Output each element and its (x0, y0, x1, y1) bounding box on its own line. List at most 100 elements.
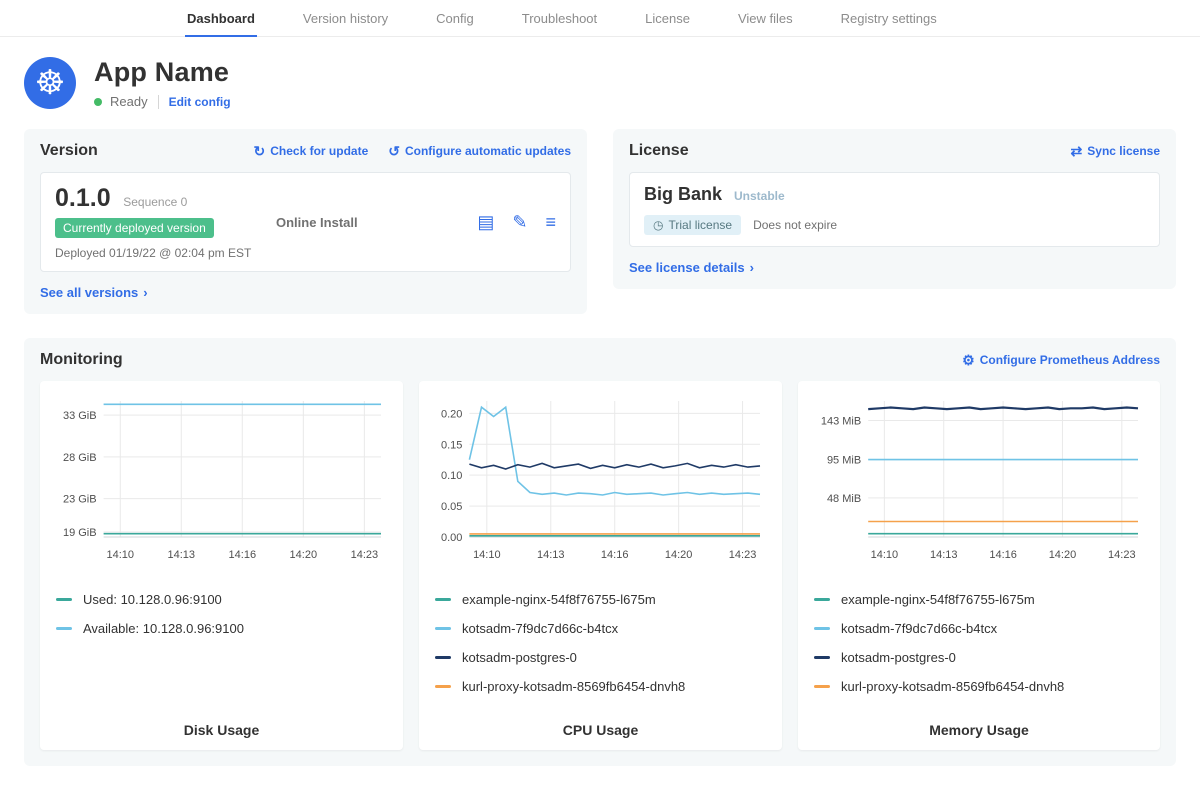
svg-text:0.20: 0.20 (441, 408, 462, 420)
edit-config-icon[interactable]: ✎ (512, 213, 527, 231)
legend-label: kotsadm-postgres-0 (462, 650, 577, 665)
kubernetes-wheel-glyph: ☸ (35, 63, 65, 103)
license-detail-panel: Big Bank Unstable ◷ Trial license Does n… (629, 172, 1160, 247)
legend-item: kotsadm-7f9dc7d66c-b4tcx (435, 621, 766, 636)
svg-text:0.15: 0.15 (441, 439, 462, 451)
auto-update-icon: ↺ (388, 144, 400, 158)
memory-usage-chart: 14:1014:1314:1614:2014:2348 MiB95 MiB143… (810, 391, 1148, 570)
version-card-header: Version ↻ Check for update ↺ Configure a… (40, 142, 571, 160)
legend-label: kurl-proxy-kotsadm-8569fb6454-dnvh8 (462, 679, 685, 694)
svg-text:14:23: 14:23 (351, 549, 379, 561)
license-card-title: License (629, 142, 689, 160)
legend-color-dash (435, 627, 451, 630)
release-notes-icon[interactable]: ▤ (477, 213, 494, 231)
chart-canvas: 14:1014:1314:1614:2014:2348 MiB95 MiB143… (810, 391, 1148, 567)
disk-usage-chart: 14:1014:1314:1614:2014:2319 GiB23 GiB28 … (52, 391, 391, 570)
tab-view-files[interactable]: View files (736, 0, 795, 37)
svg-text:14:10: 14:10 (871, 549, 899, 561)
clock-icon: ◷ (653, 218, 663, 232)
monitoring-section: Monitoring ⚙ Configure Prometheus Addres… (24, 338, 1176, 766)
version-action-icons: ▤ ✎ ≡ (477, 213, 556, 231)
status-dot (94, 98, 102, 106)
legend-color-dash (814, 598, 830, 601)
see-license-details-link[interactable]: See license details › (629, 260, 754, 275)
memory-usage-legend: example-nginx-54f8f76755-l675mkotsadm-7f… (810, 578, 1148, 708)
cpu-usage-title: CPU Usage (431, 708, 770, 738)
currently-deployed-badge: Currently deployed version (55, 218, 214, 238)
chevron-right-icon: › (750, 260, 754, 275)
top-nav: Dashboard Version history Config Trouble… (0, 0, 1200, 37)
svg-text:14:16: 14:16 (601, 549, 629, 561)
expiry-label: Does not expire (753, 218, 837, 232)
configure-automatic-updates-label: Configure automatic updates (405, 144, 571, 158)
cpu-usage-legend: example-nginx-54f8f76755-l675mkotsadm-7f… (431, 578, 770, 708)
tab-troubleshoot[interactable]: Troubleshoot (520, 0, 599, 37)
svg-text:48 MiB: 48 MiB (827, 493, 861, 505)
svg-text:28 GiB: 28 GiB (63, 452, 97, 464)
svg-text:14:10: 14:10 (473, 549, 501, 561)
svg-text:14:20: 14:20 (290, 549, 318, 561)
tab-version-history[interactable]: Version history (301, 0, 390, 37)
edit-config-link[interactable]: Edit config (169, 95, 231, 109)
configure-prometheus-link[interactable]: ⚙ Configure Prometheus Address (962, 353, 1160, 367)
svg-text:0.05: 0.05 (441, 501, 462, 513)
license-card: License ⇄ Sync license Big Bank Unstable… (613, 129, 1176, 289)
configure-automatic-updates-link[interactable]: ↺ Configure automatic updates (388, 144, 571, 158)
legend-color-dash (435, 598, 451, 601)
charts-row: 14:10 14:13 14:16 14:20 14:23 19 GiB 23 GiB 28 … (40, 381, 1160, 750)
version-card-title: Version (40, 142, 98, 160)
version-number: 0.1.0 (55, 184, 111, 212)
version-card-links: ↻ Check for update ↺ Configure automatic… (254, 144, 572, 158)
divider (158, 95, 159, 109)
svg-text:0.00: 0.00 (441, 532, 462, 544)
gear-icon: ⚙ (962, 353, 975, 367)
chart-canvas: 14:1014:1314:1614:2014:2319 GiB23 GiB28 … (52, 391, 391, 567)
page-title: App Name (94, 57, 231, 88)
monitoring-title: Monitoring (40, 351, 123, 369)
status-text: Ready (110, 94, 148, 109)
legend-label: example-nginx-54f8f76755-l675m (841, 592, 1035, 607)
app-header-text: App Name Ready Edit config (94, 57, 231, 109)
sync-license-link[interactable]: ⇄ Sync license (1071, 144, 1160, 158)
svg-text:23 GiB: 23 GiB (63, 494, 97, 506)
license-badges-row: ◷ Trial license Does not expire (644, 215, 1145, 235)
svg-text:143 MiB: 143 MiB (821, 416, 861, 428)
sync-icon: ⇄ (1071, 144, 1083, 158)
customer-name: Big Bank (644, 184, 722, 205)
see-all-versions-label: See all versions (40, 285, 138, 300)
svg-text:14:16: 14:16 (989, 549, 1017, 561)
svg-text:14:23: 14:23 (1108, 549, 1136, 561)
memory-usage-panel: 14:1014:1314:1614:2014:2348 MiB95 MiB143… (798, 381, 1160, 750)
see-license-details-row: See license details › (629, 260, 1160, 275)
svg-text:14:20: 14:20 (1049, 549, 1077, 561)
memory-usage-title: Memory Usage (810, 708, 1148, 738)
view-diff-icon[interactable]: ≡ (545, 213, 556, 231)
legend-label: kurl-proxy-kotsadm-8569fb6454-dnvh8 (841, 679, 1064, 694)
legend-label: kotsadm-7f9dc7d66c-b4tcx (462, 621, 618, 636)
configure-prometheus-label: Configure Prometheus Address (980, 353, 1160, 367)
svg-text:14:20: 14:20 (665, 549, 693, 561)
see-all-versions-row: See all versions › (40, 285, 571, 300)
legend-color-dash (56, 627, 72, 630)
disk-usage-panel: 14:1014:1314:1614:2014:2319 GiB23 GiB28 … (40, 381, 403, 750)
kubernetes-logo-icon: ☸ (24, 57, 76, 109)
tab-config[interactable]: Config (434, 0, 476, 37)
tab-license[interactable]: License (643, 0, 692, 37)
legend-color-dash (435, 656, 451, 659)
current-version-panel: 0.1.0 Sequence 0 Currently deployed vers… (40, 172, 571, 272)
tab-registry-settings[interactable]: Registry settings (839, 0, 939, 37)
svg-text:14:13: 14:13 (168, 549, 196, 561)
trial-license-badge: ◷ Trial license (644, 215, 741, 235)
legend-label: kotsadm-postgres-0 (841, 650, 956, 665)
tab-dashboard[interactable]: Dashboard (185, 0, 257, 37)
see-all-versions-link[interactable]: See all versions › (40, 285, 148, 300)
svg-text:19 GiB: 19 GiB (63, 527, 97, 539)
legend-label: Available: 10.128.0.96:9100 (83, 621, 244, 636)
legend-item: example-nginx-54f8f76755-l675m (814, 592, 1144, 607)
check-for-update-link[interactable]: ↻ Check for update (254, 144, 369, 158)
legend-color-dash (814, 685, 830, 688)
svg-text:14:13: 14:13 (537, 549, 565, 561)
svg-text:14:13: 14:13 (930, 549, 958, 561)
chart-canvas: 14:1014:1314:1614:2014:230.000.050.100.1… (431, 391, 770, 567)
see-license-details-label: See license details (629, 260, 745, 275)
